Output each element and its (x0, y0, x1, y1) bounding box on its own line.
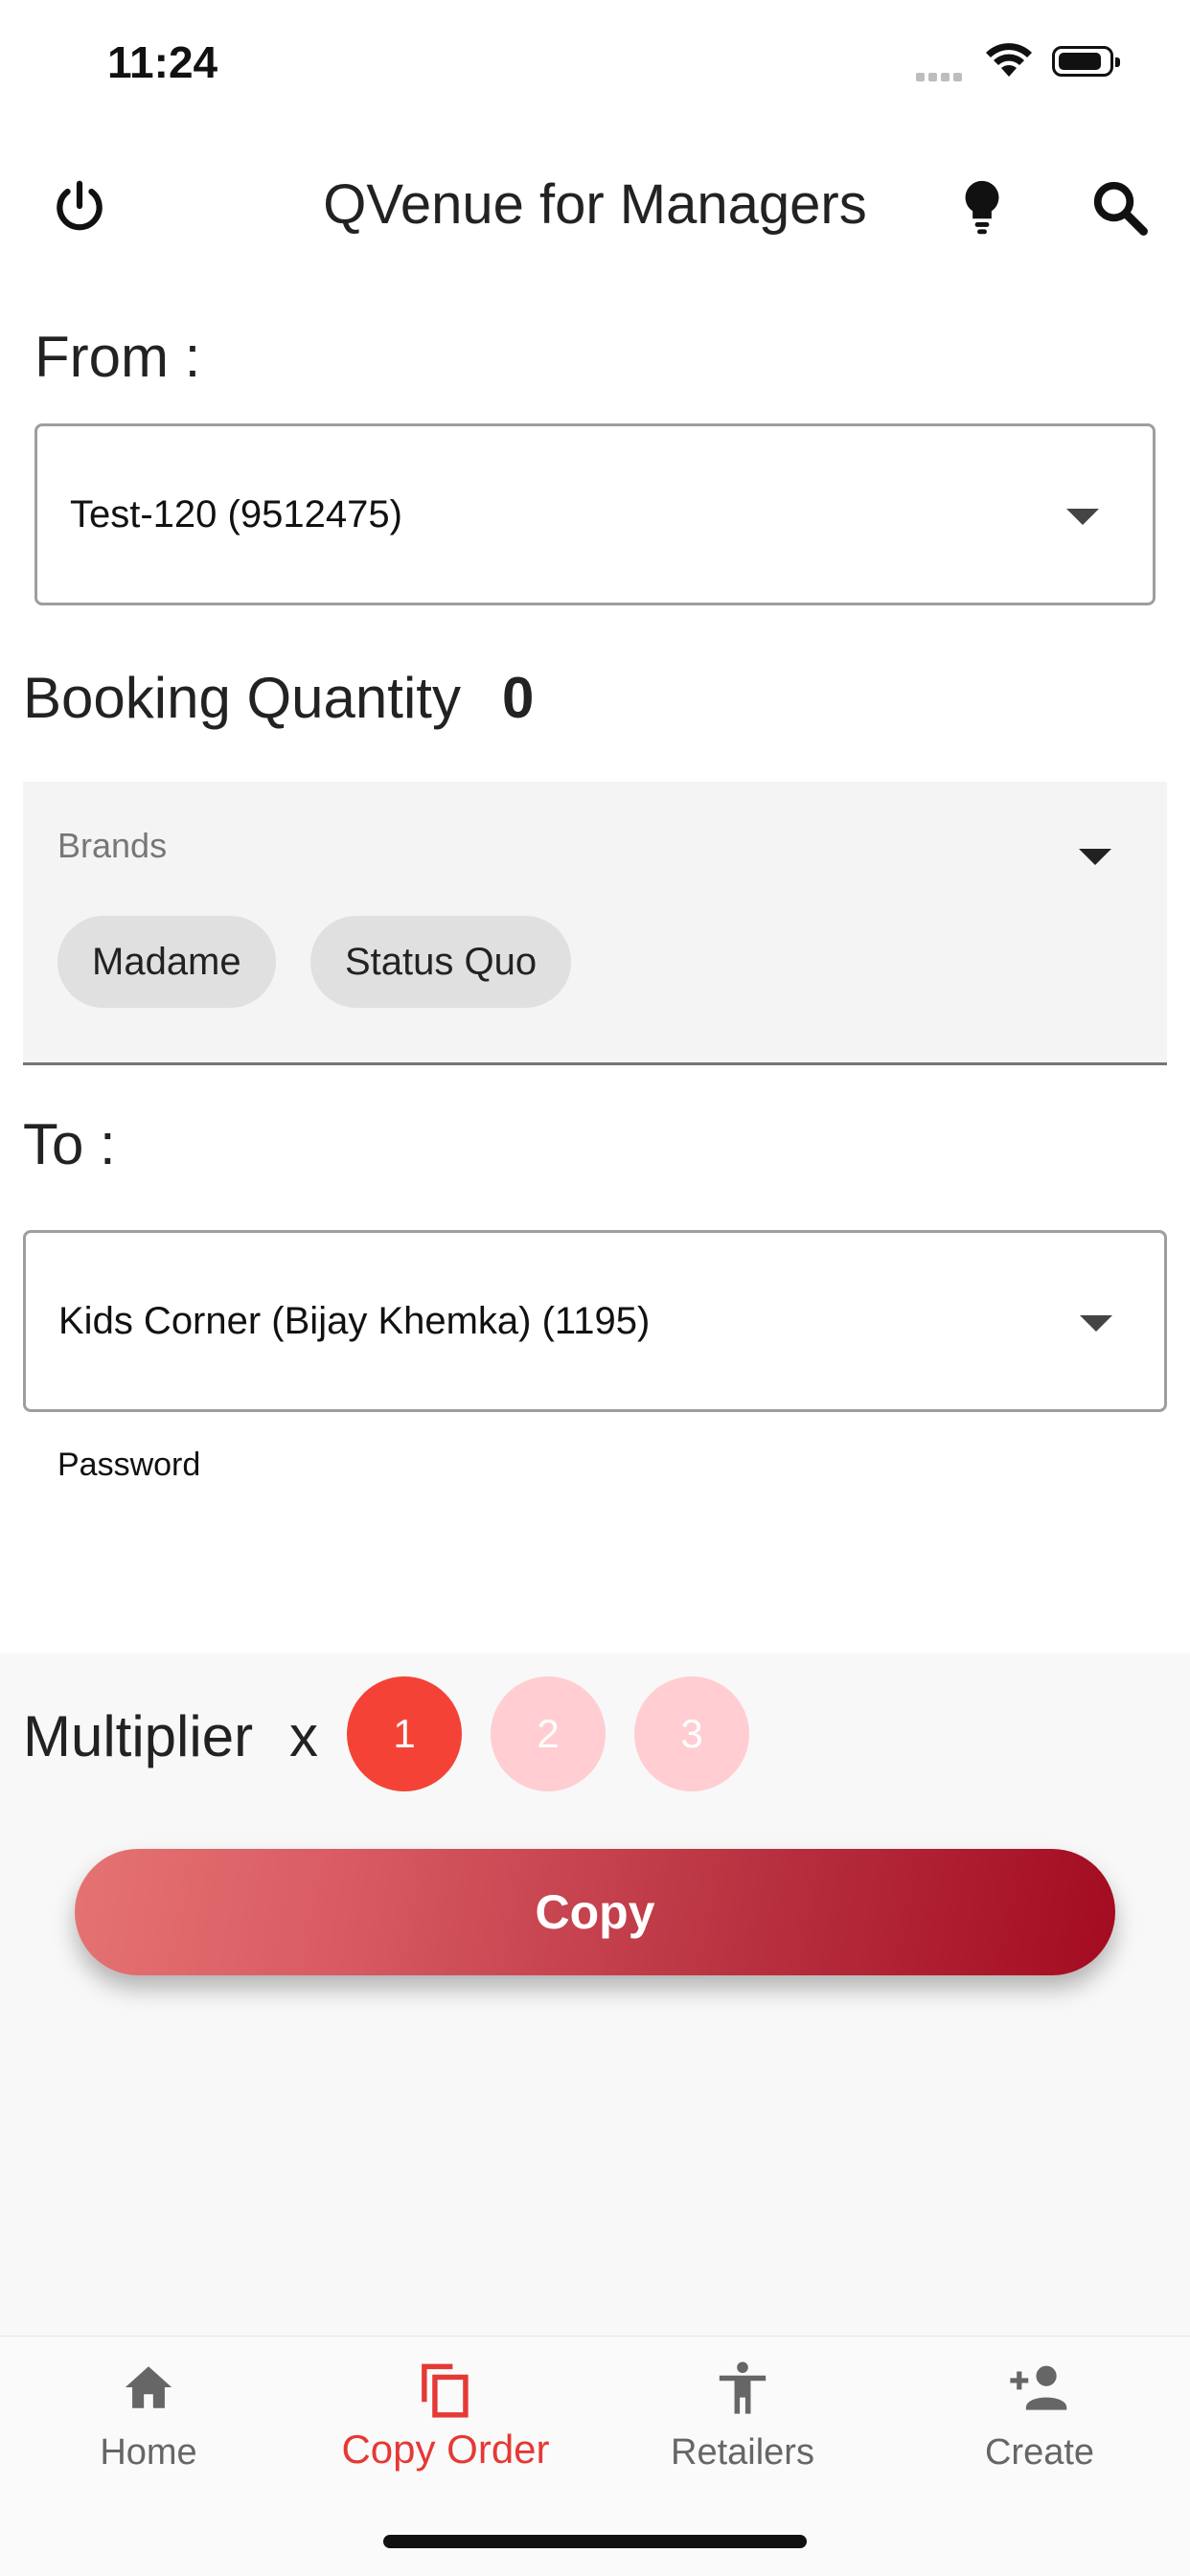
home-icon (121, 2359, 176, 2420)
nav-label-copy-order: Copy Order (341, 2427, 550, 2472)
booking-quantity-label: Booking Quantity (23, 666, 461, 730)
copy-icon (417, 2359, 474, 2426)
brands-label: Brands (57, 826, 168, 865)
app-title: QVenue for Managers (323, 173, 867, 236)
battery-icon (1052, 46, 1120, 77)
home-indicator (383, 2535, 807, 2548)
from-dropdown[interactable]: Test-120 (9512475) (34, 423, 1156, 605)
person-icon (715, 2359, 770, 2422)
copy-button[interactable]: Copy (75, 1849, 1115, 1975)
nav-label-create: Create (984, 2432, 1095, 2473)
wifi-icon (985, 42, 1033, 83)
password-label: Password (57, 1447, 201, 1483)
nav-label-home: Home (100, 2432, 197, 2473)
from-label: From : (34, 325, 201, 389)
brand-chip-madame[interactable]: Madame (57, 916, 276, 1008)
multiplier-option-2[interactable]: 2 (491, 1676, 606, 1791)
to-label: To : (23, 1112, 116, 1176)
from-selected-value: Test-120 (9512475) (70, 493, 402, 536)
brands-multiselect[interactable]: Brands Madame Status Quo (23, 782, 1167, 1065)
multiplier-option-3[interactable]: 3 (634, 1676, 749, 1791)
signal-icon (916, 69, 966, 86)
status-time: 11:24 (107, 37, 218, 87)
to-selected-value: Kids Corner (Bijay Khemka) (1195) (58, 1300, 651, 1342)
multiplier-label: Multiplier (23, 1704, 254, 1768)
brand-chip-status-quo[interactable]: Status Quo (310, 916, 572, 1008)
caret-down-icon (1079, 849, 1111, 865)
multiplier-x: x (289, 1704, 318, 1768)
multiplier-option-1[interactable]: 1 (347, 1676, 462, 1791)
search-icon[interactable] (1090, 178, 1150, 242)
booking-quantity-value: 0 (502, 666, 535, 730)
nav-label-retailers: Retailers (671, 2432, 814, 2473)
lightbulb-icon[interactable] (953, 176, 1011, 242)
caret-down-icon (1080, 1315, 1112, 1332)
to-dropdown[interactable]: Kids Corner (Bijay Khemka) (1195) (23, 1230, 1167, 1412)
person-add-icon (1008, 2359, 1071, 2420)
caret-down-icon (1066, 509, 1099, 525)
